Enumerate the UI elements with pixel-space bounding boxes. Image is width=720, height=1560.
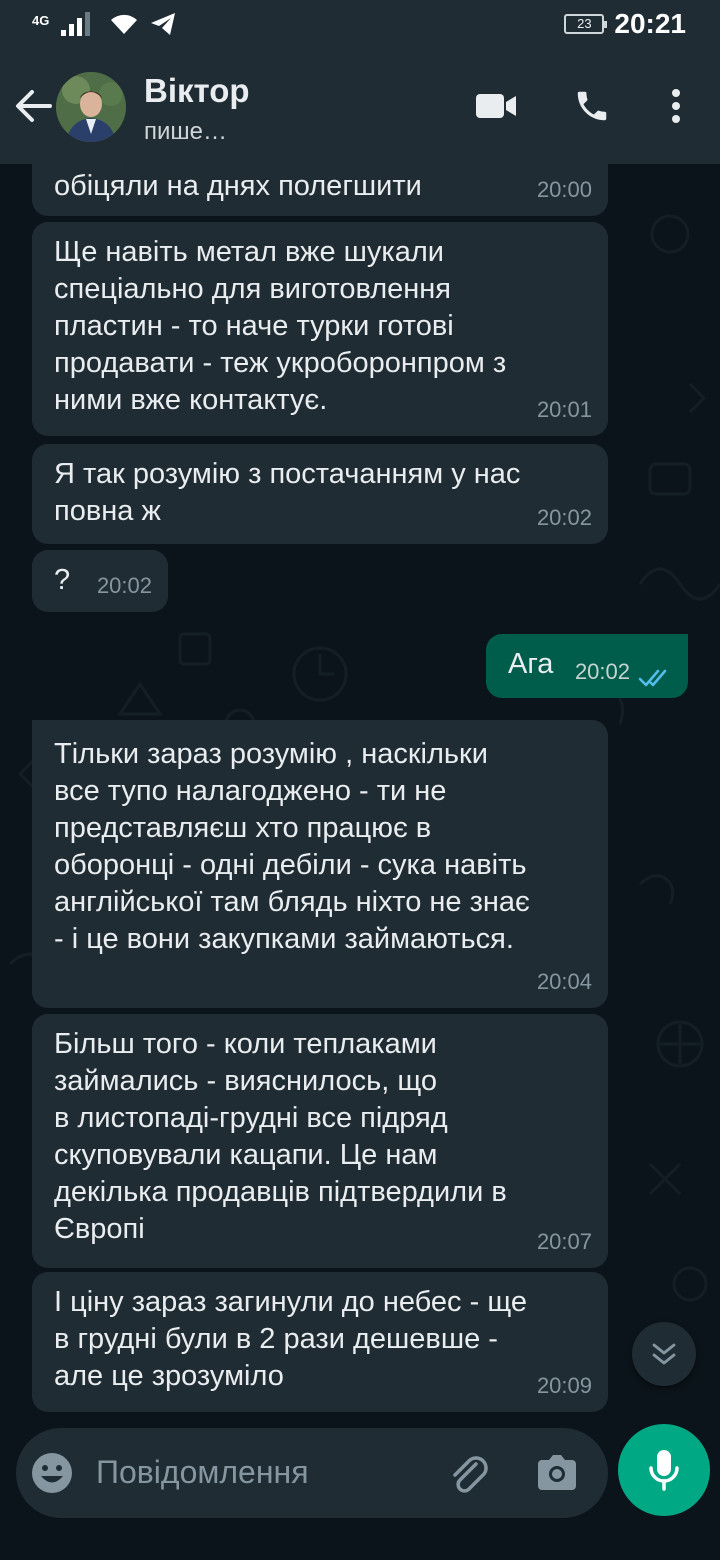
video-call-button[interactable] xyxy=(470,80,522,132)
message-time: 20:02 xyxy=(96,573,152,598)
message-time: 20:01 xyxy=(536,397,592,422)
avatar-photo xyxy=(56,72,126,142)
message-input[interactable]: Повідомлення xyxy=(96,1454,309,1491)
back-button[interactable] xyxy=(14,86,54,126)
message-input-bar[interactable]: Повідомлення xyxy=(16,1428,608,1518)
incoming-message[interactable]: Тільки зараз розумію , наскільки все туп… xyxy=(32,720,608,1008)
message-time: 20:00 xyxy=(536,177,592,202)
incoming-message[interactable]: Більш того - коли теплаками займались - … xyxy=(32,1014,608,1268)
camera-button[interactable] xyxy=(534,1450,580,1496)
emoji-button[interactable] xyxy=(30,1451,74,1495)
message-time: 20:09 xyxy=(536,1373,592,1398)
message-time: 20:02 xyxy=(536,505,592,530)
incoming-message[interactable]: обіцяли на днях полегшити 20:00 xyxy=(32,164,608,216)
double-chevron-down-icon xyxy=(652,1343,676,1365)
status-right: 23 20:21 xyxy=(564,8,686,40)
phone-icon xyxy=(577,91,607,121)
message-time: 20:02 xyxy=(574,659,630,684)
typing-status: пише… xyxy=(144,118,228,145)
incoming-message[interactable]: Ще навіть метал вже шукали спеціально дл… xyxy=(32,222,608,436)
scroll-to-bottom-button[interactable] xyxy=(632,1322,696,1386)
message-text: І ціну зараз загинули до небес - ще в гр… xyxy=(54,1286,527,1392)
chat-area[interactable]: обіцяли на днях полегшити 20:00 Ще навіт… xyxy=(0,164,720,1424)
camera-icon xyxy=(538,1455,576,1490)
voice-message-button[interactable] xyxy=(618,1424,710,1516)
status-time: 20:21 xyxy=(614,8,686,39)
contact-avatar[interactable] xyxy=(56,72,126,142)
message-text: Я так розумію з постачанням у нас повна … xyxy=(54,458,521,527)
message-text: Більш того - коли теплаками займались - … xyxy=(54,1028,507,1245)
microphone-icon xyxy=(649,1450,679,1491)
battery-indicator: 23 xyxy=(564,14,608,34)
menu-button[interactable] xyxy=(650,80,702,132)
arrow-left-icon xyxy=(16,90,52,122)
message-text: Ще навіть метал вже шукали спеціально дл… xyxy=(54,236,507,416)
telegram-icon xyxy=(151,13,176,35)
incoming-message[interactable]: І ціну зараз загинули до небес - ще в гр… xyxy=(32,1272,608,1412)
network-type: 4G xyxy=(32,12,50,28)
outgoing-message[interactable]: Ага 20:02 xyxy=(486,634,688,698)
incoming-message[interactable]: Я так розумію з постачанням у нас повна … xyxy=(32,444,608,544)
emoji-icon xyxy=(32,1453,72,1493)
message-text: Тільки зараз розумію , наскільки все туп… xyxy=(54,738,530,955)
wifi-icon xyxy=(111,14,138,34)
paperclip-icon xyxy=(453,1456,488,1493)
signal-icon xyxy=(61,12,91,36)
attach-button[interactable] xyxy=(446,1450,492,1496)
more-vertical-icon xyxy=(672,89,680,123)
message-text: обіцяли на днях полегшити xyxy=(54,170,422,202)
read-receipt-icon xyxy=(638,669,667,687)
message-time: 20:04 xyxy=(536,969,592,994)
status-left: 4G xyxy=(32,10,177,38)
message-time: 20:07 xyxy=(536,1229,592,1254)
voice-call-button[interactable] xyxy=(566,80,618,132)
status-bar: 4G 23 20:21 xyxy=(0,0,720,52)
video-camera-icon xyxy=(476,94,516,118)
incoming-message[interactable]: ? 20:02 xyxy=(32,550,168,612)
contact-name[interactable]: Віктор xyxy=(144,72,250,110)
chat-header: Віктор пише… xyxy=(0,52,720,164)
